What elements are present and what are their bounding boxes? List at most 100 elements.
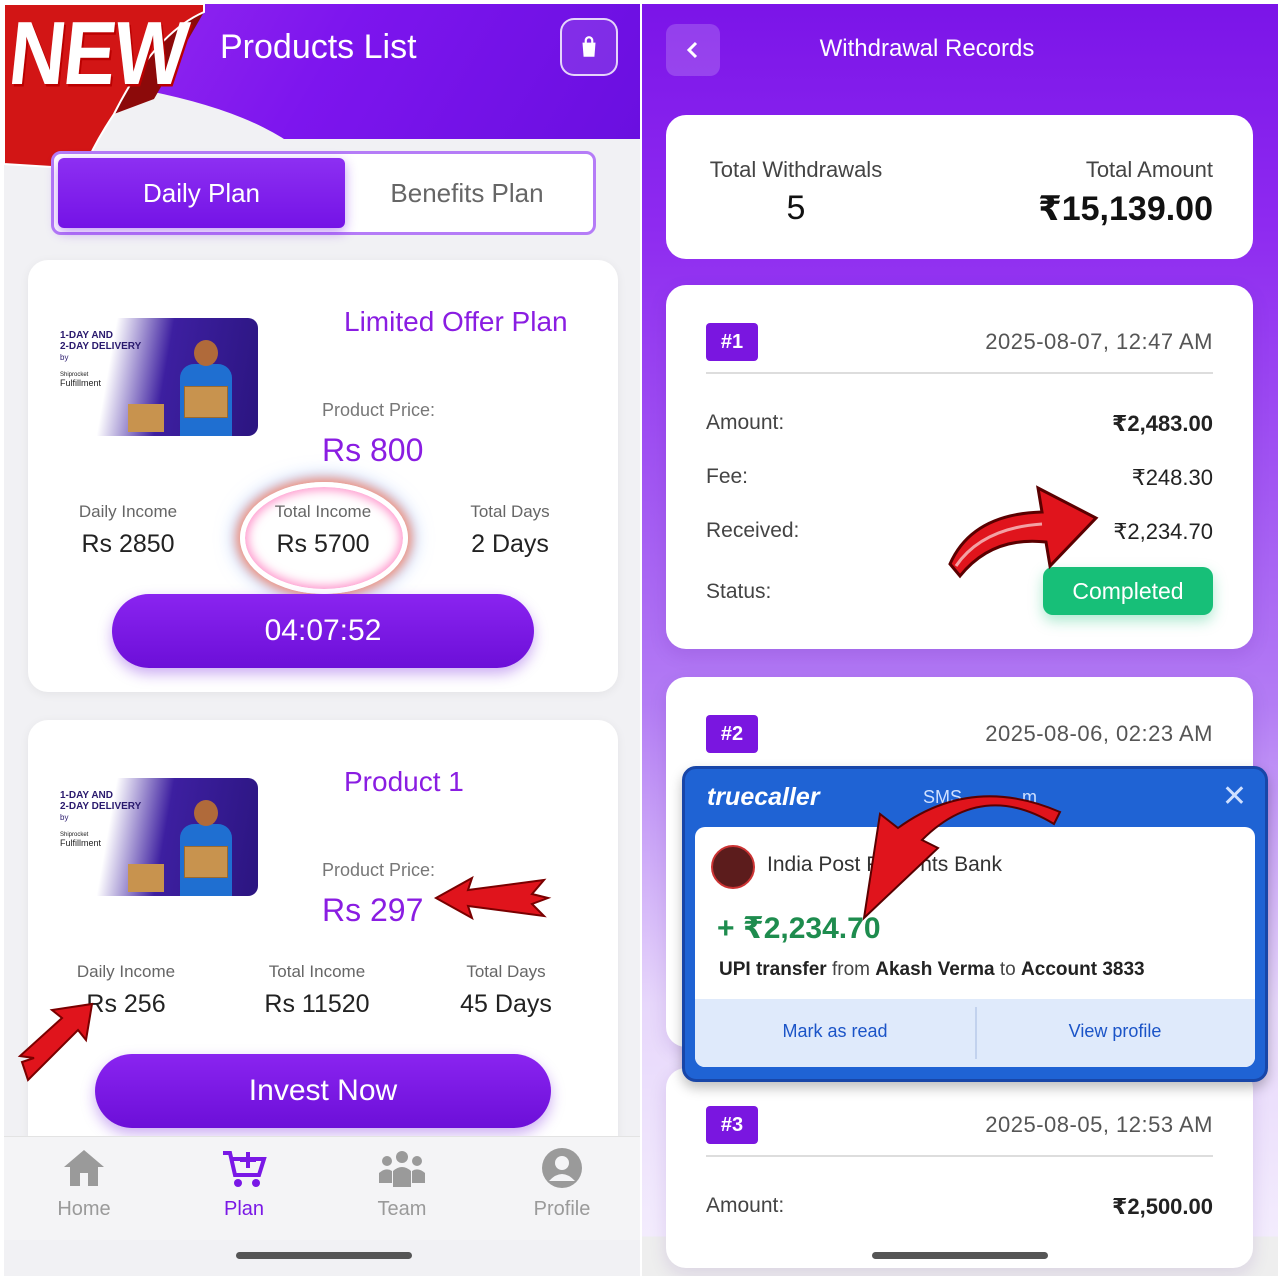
nav-profile[interactable]: Profile (502, 1147, 622, 1221)
record-number-badge: #3 (706, 1106, 758, 1144)
stat-label: Total Income (268, 962, 366, 981)
cart-button[interactable] (560, 18, 618, 76)
thumb-headline: 2-DAY DELIVERY (60, 801, 142, 812)
stat-value: Rs 5700 (276, 530, 370, 558)
withdrawal-record: #3 2025-08-05, 12:53 AM Amount: ₹2,500.0… (666, 1068, 1253, 1268)
msg-part: to (999, 959, 1016, 980)
sender-avatar (711, 845, 755, 889)
divider (706, 372, 1213, 374)
fee-label: Fee: (706, 465, 749, 488)
nav-label: Home (57, 1198, 111, 1220)
total-withdrawals-label: Total Withdrawals (709, 157, 883, 182)
stat-value: 2 Days (471, 530, 549, 558)
gesture-bar[interactable] (236, 1252, 412, 1259)
profile-icon (542, 1148, 582, 1188)
product-title: Product 1 (344, 766, 464, 797)
total-amount-value: ₹15,139.00 (1038, 190, 1213, 228)
product-card: 1-DAY AND 2-DAY DELIVERY by Shiprocket Fulf… (28, 720, 618, 1160)
stat-label: Daily Income (78, 502, 178, 521)
meta-text: m (1022, 787, 1038, 807)
stat-label: Daily Income (76, 962, 176, 981)
price-label: Product Price: (322, 860, 436, 880)
msg-part: Akash Verma (875, 959, 995, 980)
msg-part: UPI transfer (719, 959, 827, 980)
close-icon[interactable]: ✕ (1222, 779, 1247, 814)
total-amount-label: Total Amount (1085, 157, 1213, 182)
record-number-badge: #2 (706, 715, 758, 753)
total-withdrawals-value: 5 (786, 189, 806, 227)
price-value: Rs 297 (322, 892, 424, 928)
divider (706, 1155, 1213, 1157)
stat-label: Total Income (274, 502, 372, 521)
daily-income-stat: Daily Income Rs 256 (36, 962, 216, 1019)
truecaller-logo: truecaller (707, 783, 820, 811)
invest-now-button[interactable]: Invest Now (95, 1054, 551, 1128)
thumb-headline: 2-DAY DELIVERY (60, 341, 142, 352)
thumb-headline: 1-DAY AND (60, 330, 113, 341)
team-icon (379, 1151, 425, 1187)
thumb-headline: 1-DAY AND (60, 790, 113, 801)
gesture-bar[interactable] (872, 1252, 1048, 1259)
nav-team[interactable]: Team (342, 1147, 462, 1221)
sender-text: India Post P (767, 853, 881, 876)
page-title: Products List (220, 28, 417, 66)
delivery-person-graphic (176, 798, 236, 896)
product-title: Limited Offer Plan (344, 306, 568, 337)
chevron-left-icon (686, 41, 698, 59)
amount-label: Amount: (706, 411, 785, 434)
stat-value: Rs 2850 (81, 530, 175, 558)
total-income-stat: Total Income Rs 11520 (227, 962, 407, 1019)
bottom-nav: Home Plan Team Profile (4, 1136, 640, 1240)
msg-part: from (831, 959, 870, 980)
nav-home[interactable]: Home (24, 1147, 144, 1221)
home-icon (64, 1150, 104, 1186)
nav-label: Plan (223, 1198, 265, 1220)
plan-tabs: Daily Plan Benefits Plan (51, 151, 596, 235)
nav-plan[interactable]: Plan (184, 1147, 304, 1221)
new-banner-text: NEW (4, 4, 192, 104)
msg-part: Account 3833 (1021, 959, 1145, 980)
received-label: Received: (706, 519, 800, 542)
status-badge: Completed (1043, 567, 1213, 615)
stat-value: Rs 11520 (264, 990, 370, 1018)
new-sticker: NEW (4, 4, 224, 171)
shopping-bag-icon (582, 36, 596, 57)
countdown-button[interactable]: 04:07:52 (112, 594, 534, 668)
page-title: Withdrawal Records (819, 35, 1035, 62)
record-date: 2025-08-06, 02:23 AM (985, 721, 1213, 746)
mark-as-read-button[interactable]: Mark as read (695, 1021, 975, 1042)
sms-message: UPI transfer from Akash Verma to Account… (719, 959, 1145, 981)
nav-label: Team (377, 1198, 427, 1220)
fee-value: ₹248.30 (1131, 465, 1213, 490)
boxes-graphic (128, 864, 164, 892)
price-value: Rs 800 (322, 432, 424, 468)
boxes-graphic (128, 404, 164, 432)
products-screen: NEW Products List Daily Plan Benefits Pl… (4, 4, 640, 1276)
amount-value: ₹2,500.00 (1112, 1194, 1213, 1219)
sender-text: nts Bank (920, 853, 1002, 876)
withdrawal-record: #1 2025-08-07, 12:47 AM Amount: ₹2,483.0… (666, 285, 1253, 649)
tab-benefits-plan[interactable]: Benefits Plan (345, 158, 589, 228)
thumb-brand: Fulfillment (60, 378, 102, 388)
notification-actions: Mark as read View profile (695, 999, 1255, 1067)
stat-value: Rs 256 (86, 990, 166, 1018)
thumb-by: by (60, 813, 69, 822)
thumb-by: by (60, 353, 69, 362)
view-profile-button[interactable]: View profile (975, 1021, 1255, 1042)
notification-meta: SMS m (923, 787, 1037, 808)
back-button[interactable] (666, 24, 720, 76)
record-date: 2025-08-05, 12:53 AM (985, 1112, 1213, 1137)
summary-card: Total Withdrawals 5 Total Amount ₹15,139… (666, 115, 1253, 259)
tab-daily-plan[interactable]: Daily Plan (58, 158, 345, 228)
price-label: Product Price: (322, 400, 436, 420)
truecaller-notification: truecaller SMS m ✕ India Post P nts Bank +… (682, 766, 1268, 1082)
delivery-person-graphic (176, 338, 236, 436)
record-date: 2025-08-07, 12:47 AM (985, 329, 1213, 354)
cart-icon (223, 1151, 267, 1187)
stat-label: Total Days (466, 962, 546, 981)
total-days-stat: Total Days 2 Days (420, 502, 600, 559)
sms-card: India Post P nts Bank + ₹2,234.70 UPI tra… (695, 827, 1255, 1067)
total-income-stat: Total Income Rs 5700 (233, 502, 413, 559)
product-thumbnail: 1-DAY AND 2-DAY DELIVERY by Shiprocket Fulf… (48, 778, 258, 896)
total-days-stat: Total Days 45 Days (416, 962, 596, 1019)
